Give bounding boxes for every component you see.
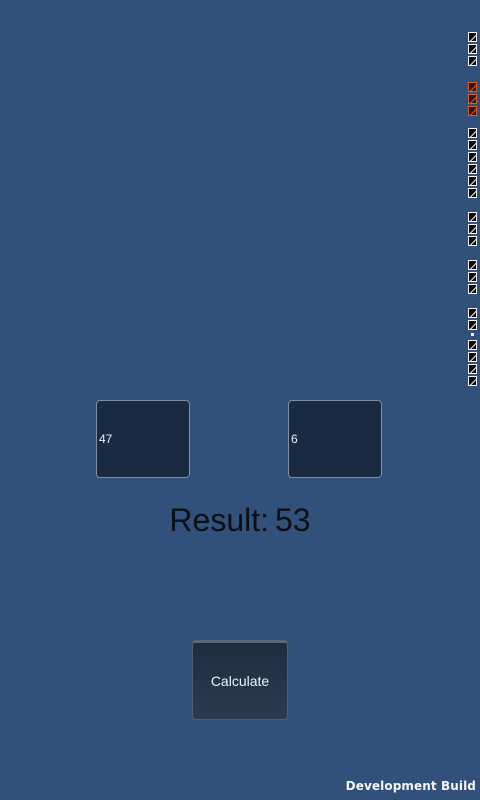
debug-glyph-icon xyxy=(468,260,477,270)
debug-glyph-group-4 xyxy=(468,212,480,248)
debug-glyph-group-6 xyxy=(468,308,480,388)
debug-glyph-icon xyxy=(468,212,477,222)
first-number-input[interactable] xyxy=(96,400,190,478)
debug-glyph-icon xyxy=(468,140,477,150)
debug-glyph-icon xyxy=(468,106,477,116)
debug-glyph-icon xyxy=(468,176,477,186)
debug-glyph-icon xyxy=(468,364,477,374)
debug-glyph-icon xyxy=(468,224,477,234)
debug-glyph-group-3 xyxy=(468,128,480,200)
debug-glyph-icon xyxy=(468,56,477,66)
debug-glyph-group-5 xyxy=(468,260,480,296)
calculate-button[interactable]: Calculate xyxy=(192,640,288,720)
debug-glyph-dot-icon xyxy=(468,332,477,338)
debug-glyph-icon xyxy=(468,44,477,54)
debug-glyph-icon xyxy=(468,272,477,282)
debug-glyph-icon xyxy=(468,82,477,92)
second-number-input[interactable] xyxy=(288,400,382,478)
debug-glyph-icon xyxy=(468,340,477,350)
debug-glyph-icon xyxy=(468,352,477,362)
debug-glyph-icon xyxy=(468,164,477,174)
debug-glyph-icon xyxy=(468,376,477,386)
debug-glyph-group-2 xyxy=(468,82,480,118)
result-value: 53 xyxy=(275,502,311,538)
development-build-label: Development Build xyxy=(345,779,476,793)
debug-glyph-icon xyxy=(468,320,477,330)
debug-glyph-icon xyxy=(468,94,477,104)
debug-glyph-icon xyxy=(468,236,477,246)
debug-glyph-icon xyxy=(468,284,477,294)
debug-glyph-icon xyxy=(468,152,477,162)
debug-glyph-icon xyxy=(468,128,477,138)
debug-glyph-icon xyxy=(468,188,477,198)
debug-glyph-icon xyxy=(468,32,477,42)
debug-glyph-icon xyxy=(468,308,477,318)
result-display: Result: 53 xyxy=(0,500,480,540)
debug-glyph-group-1 xyxy=(468,32,480,68)
result-label: Result: xyxy=(169,502,269,538)
